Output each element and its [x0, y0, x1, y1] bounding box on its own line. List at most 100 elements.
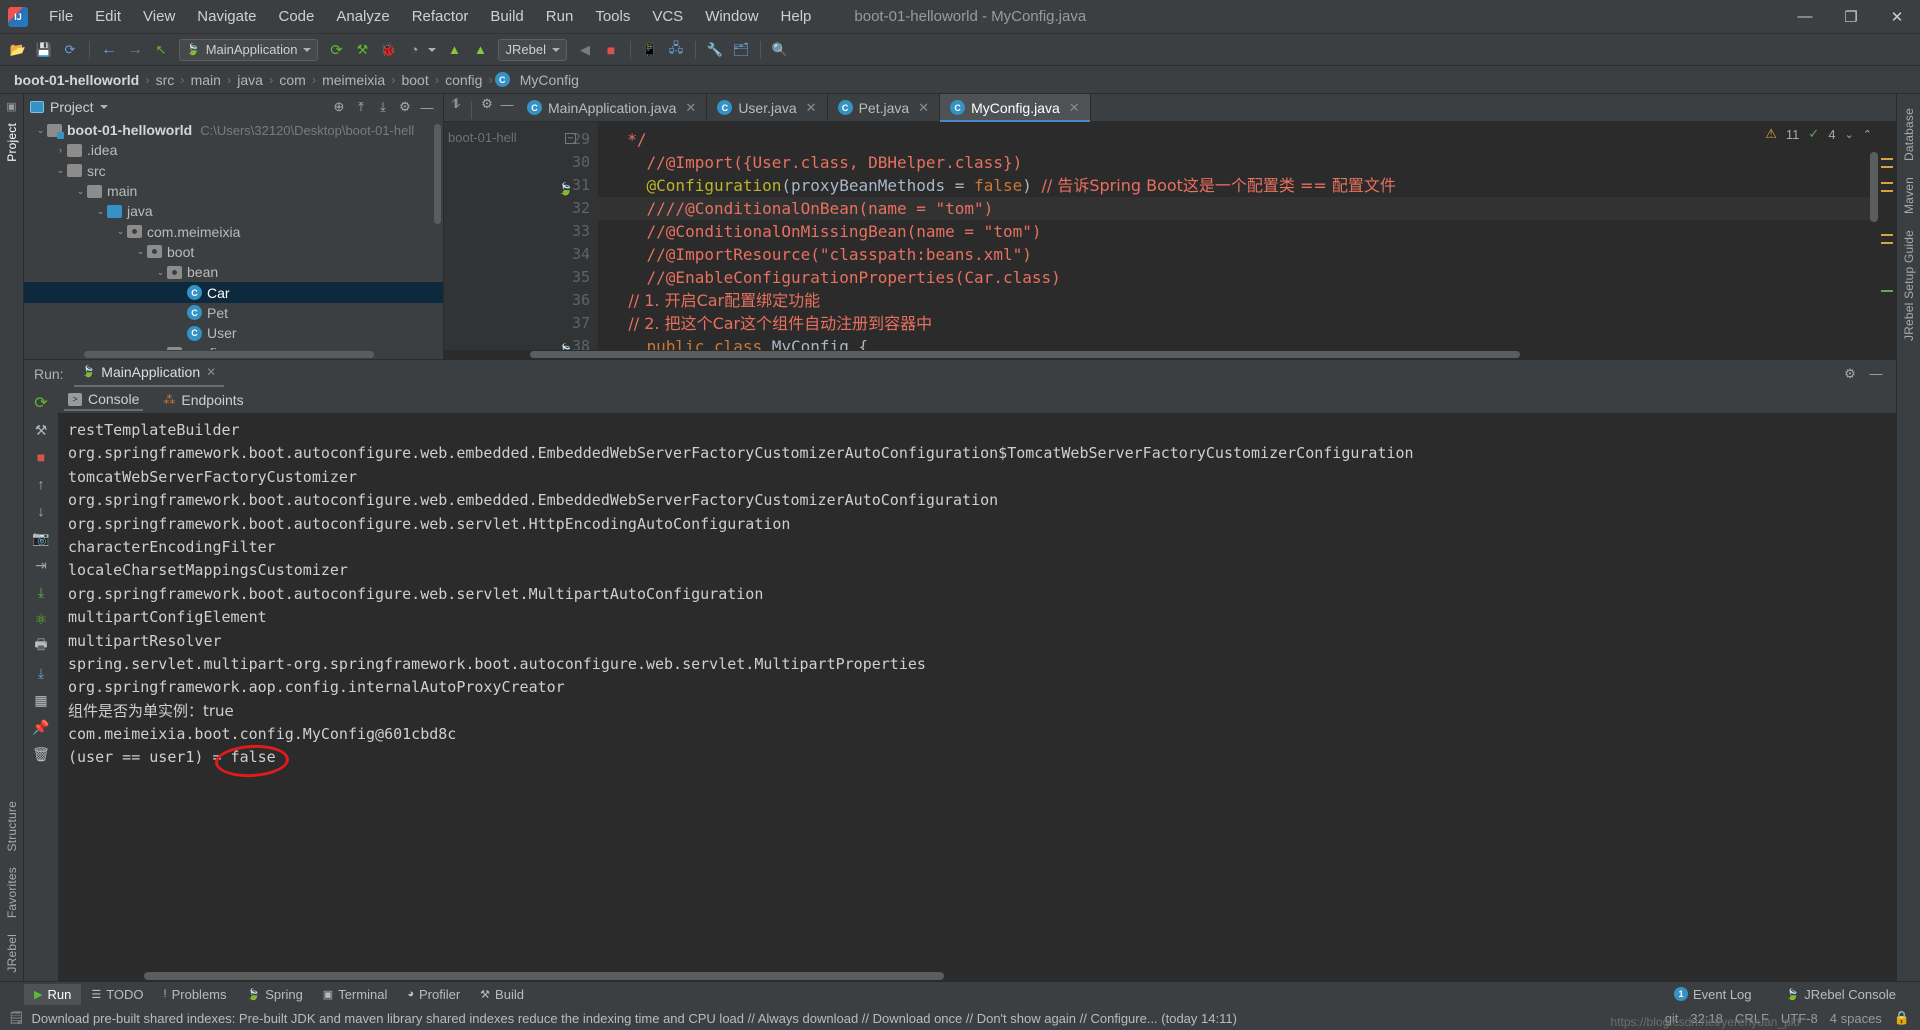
tree-node-car[interactable]: C Car	[24, 282, 443, 303]
fold-icon[interactable]: −	[565, 133, 576, 144]
editor-marker-strip[interactable]	[1878, 122, 1896, 350]
down-icon[interactable]: ↓	[29, 499, 53, 523]
console-horizontal-scrollbar[interactable]	[58, 971, 1896, 981]
project-tree[interactable]: ⌄ boot-01-helloworld C:\Users\32120\Deskto…	[24, 120, 443, 350]
collapse-icon[interactable]: ⥮	[446, 94, 466, 114]
jrebel-selector[interactable]: JRebel	[498, 38, 567, 61]
rerun-icon[interactable]: ⟳	[29, 391, 53, 415]
locate-icon[interactable]: ⊕	[329, 97, 349, 117]
run-subtab-endpoints[interactable]: ⁂ Endpoints	[159, 390, 247, 410]
gutter-line-36[interactable]: 36	[522, 289, 598, 312]
minimize-icon[interactable]: —	[497, 94, 517, 114]
tool-strip-database[interactable]: Database	[1902, 108, 1916, 161]
chevron-down-icon[interactable]: ⌄	[154, 267, 167, 278]
code-line-37[interactable]: // 2. 把这个Car这个组件自动注册到容器中	[598, 312, 1878, 335]
settings-icon[interactable]: ⚙	[1840, 364, 1860, 384]
editor-tab-myconfig-java[interactable]: C MyConfig.java ✕	[940, 94, 1091, 122]
collapse-all-icon[interactable]: ⤓	[373, 97, 393, 117]
editor-gutter[interactable]: 29−30 31 🍃 32 33 34 35 36 37 38 🍃	[522, 122, 598, 350]
editor-horizontal-scrollbar[interactable]	[444, 350, 1896, 359]
expand-all-icon[interactable]: ⤒	[351, 97, 371, 117]
more-icon[interactable]: ⌃	[1863, 128, 1872, 141]
pin-icon[interactable]: 📌	[29, 715, 53, 739]
status-tool-run[interactable]: ▶ Run	[24, 983, 82, 1005]
breadcrumb-item-meimeixia[interactable]: meimeixia	[318, 71, 389, 89]
spring-bean-icon[interactable]: 🍃	[558, 178, 573, 196]
tree-node-config[interactable]: ⌄config	[24, 343, 443, 350]
chevron-down-icon[interactable]: ⌄	[94, 206, 107, 217]
stop-icon[interactable]: ■	[29, 445, 53, 469]
breadcrumb-item-myconfig[interactable]: MyConfig	[516, 71, 583, 89]
breadcrumb-item-boot-01-helloworld[interactable]: boot-01-helloworld	[10, 71, 143, 89]
device-manager-icon[interactable]: 📱	[638, 38, 662, 62]
menu-item-edit[interactable]: Edit	[84, 4, 132, 29]
code-line-29[interactable]: */	[598, 128, 1878, 151]
breadcrumb-item-boot[interactable]: boot	[397, 71, 432, 89]
trash-icon[interactable]: 🗑	[29, 742, 53, 766]
menu-item-code[interactable]: Code	[267, 4, 325, 29]
gutter-line-35[interactable]: 35	[522, 266, 598, 289]
menu-item-file[interactable]: File	[38, 4, 84, 29]
chevron-down-icon[interactable]: ⌄	[1845, 128, 1854, 141]
avd-manager-icon[interactable]: 🖧	[664, 38, 688, 62]
menu-item-run[interactable]: Run	[535, 4, 585, 29]
search-everywhere-icon[interactable]: 🔍	[768, 38, 792, 62]
chevron-down-icon[interactable]: ⌄	[34, 125, 47, 136]
tree-node-boot-01-helloworld[interactable]: ⌄ boot-01-helloworld C:\Users\32120\Deskto…	[24, 120, 443, 140]
menu-item-window[interactable]: Window	[694, 4, 769, 29]
caret-position[interactable]: 32:18	[1690, 1011, 1723, 1026]
indent-setting[interactable]: 4 spaces	[1830, 1011, 1882, 1026]
code-line-35[interactable]: //@EnableConfigurationProperties(Car.cla…	[598, 266, 1878, 289]
sync-icon[interactable]: ⟳	[58, 38, 82, 62]
gutter-line-32[interactable]: 32	[522, 197, 598, 220]
chevron-down-icon[interactable]: ⌄	[54, 165, 67, 176]
rerun-icon[interactable]: ⟳	[324, 38, 348, 62]
tool-strip-structure[interactable]: Structure	[5, 801, 19, 852]
minimize-button[interactable]: —	[1782, 0, 1828, 34]
breadcrumb-item-com[interactable]: com	[275, 71, 309, 89]
spring-bean-icon[interactable]: 🍃	[558, 339, 573, 350]
status-tool-todo[interactable]: ☰ TODO	[81, 984, 153, 1005]
tree-node-java[interactable]: ⌄ java	[24, 201, 443, 221]
gutter-line-38[interactable]: 38 🍃	[522, 335, 598, 350]
project-structure-icon[interactable]: 🗂	[729, 38, 753, 62]
run-configuration-selector[interactable]: 🍃 MainApplication	[179, 38, 319, 61]
settings-icon[interactable]: ⚙	[477, 94, 497, 114]
up-icon[interactable]: ↑	[29, 472, 53, 496]
editor-tab-mainapplication-java[interactable]: C MainApplication.java ✕	[517, 94, 708, 121]
status-tool-build[interactable]: ⚒ Build	[470, 984, 534, 1005]
project-tree-vertical-scrollbar[interactable]	[434, 124, 441, 224]
code-line-36[interactable]: // 1. 开启Car配置绑定功能	[598, 289, 1878, 312]
chevron-down-icon[interactable]: ⌄	[74, 186, 87, 197]
tree-node-pet[interactable]: C Pet	[24, 303, 443, 323]
camera-icon[interactable]: 📷	[29, 526, 53, 550]
code-line-33[interactable]: //@ConditionalOnMissingBean(name = "tom"…	[598, 220, 1878, 243]
chevron-down-icon[interactable]: ⌄	[134, 246, 147, 257]
print-icon[interactable]: 🖶	[29, 634, 53, 658]
close-icon[interactable]: ✕	[685, 100, 696, 116]
chevron-down-icon[interactable]: ⌄	[114, 226, 127, 237]
build-icon[interactable]: ⚒	[350, 38, 374, 62]
thread-dump-icon[interactable]: ⚛	[29, 607, 53, 631]
open-project-icon[interactable]: 📂	[6, 38, 30, 62]
layout-icon[interactable]: ▦	[29, 688, 53, 712]
back-icon[interactable]: ←	[97, 38, 121, 62]
lock-icon[interactable]: 🔒	[1894, 1010, 1910, 1026]
tree-node-boot[interactable]: ⌄ boot	[24, 242, 443, 262]
menu-item-help[interactable]: Help	[770, 4, 823, 29]
gutter-line-37[interactable]: 37	[522, 312, 598, 335]
coverage-chevron-down-icon[interactable]	[428, 47, 437, 52]
gutter-line-29[interactable]: 29−	[522, 128, 598, 151]
line-separator[interactable]: CRLF	[1735, 1011, 1769, 1026]
menu-item-build[interactable]: Build	[479, 4, 534, 29]
breadcrumb-item-main[interactable]: main	[187, 71, 225, 89]
breadcrumb-item-java[interactable]: java	[233, 71, 267, 89]
tool-strip-jrebel[interactable]: JRebel	[5, 934, 19, 973]
stop-icon[interactable]: ■	[599, 38, 623, 62]
branch-indicator[interactable]: git	[1665, 1011, 1679, 1026]
menu-item-tools[interactable]: Tools	[584, 4, 641, 29]
editor-tab-pet-java[interactable]: C Pet.java ✕	[828, 94, 941, 121]
editor-tab-user-java[interactable]: C User.java ✕	[707, 94, 828, 121]
close-button[interactable]: ✕	[1874, 0, 1920, 34]
save-all-icon[interactable]: 💾	[32, 38, 56, 62]
